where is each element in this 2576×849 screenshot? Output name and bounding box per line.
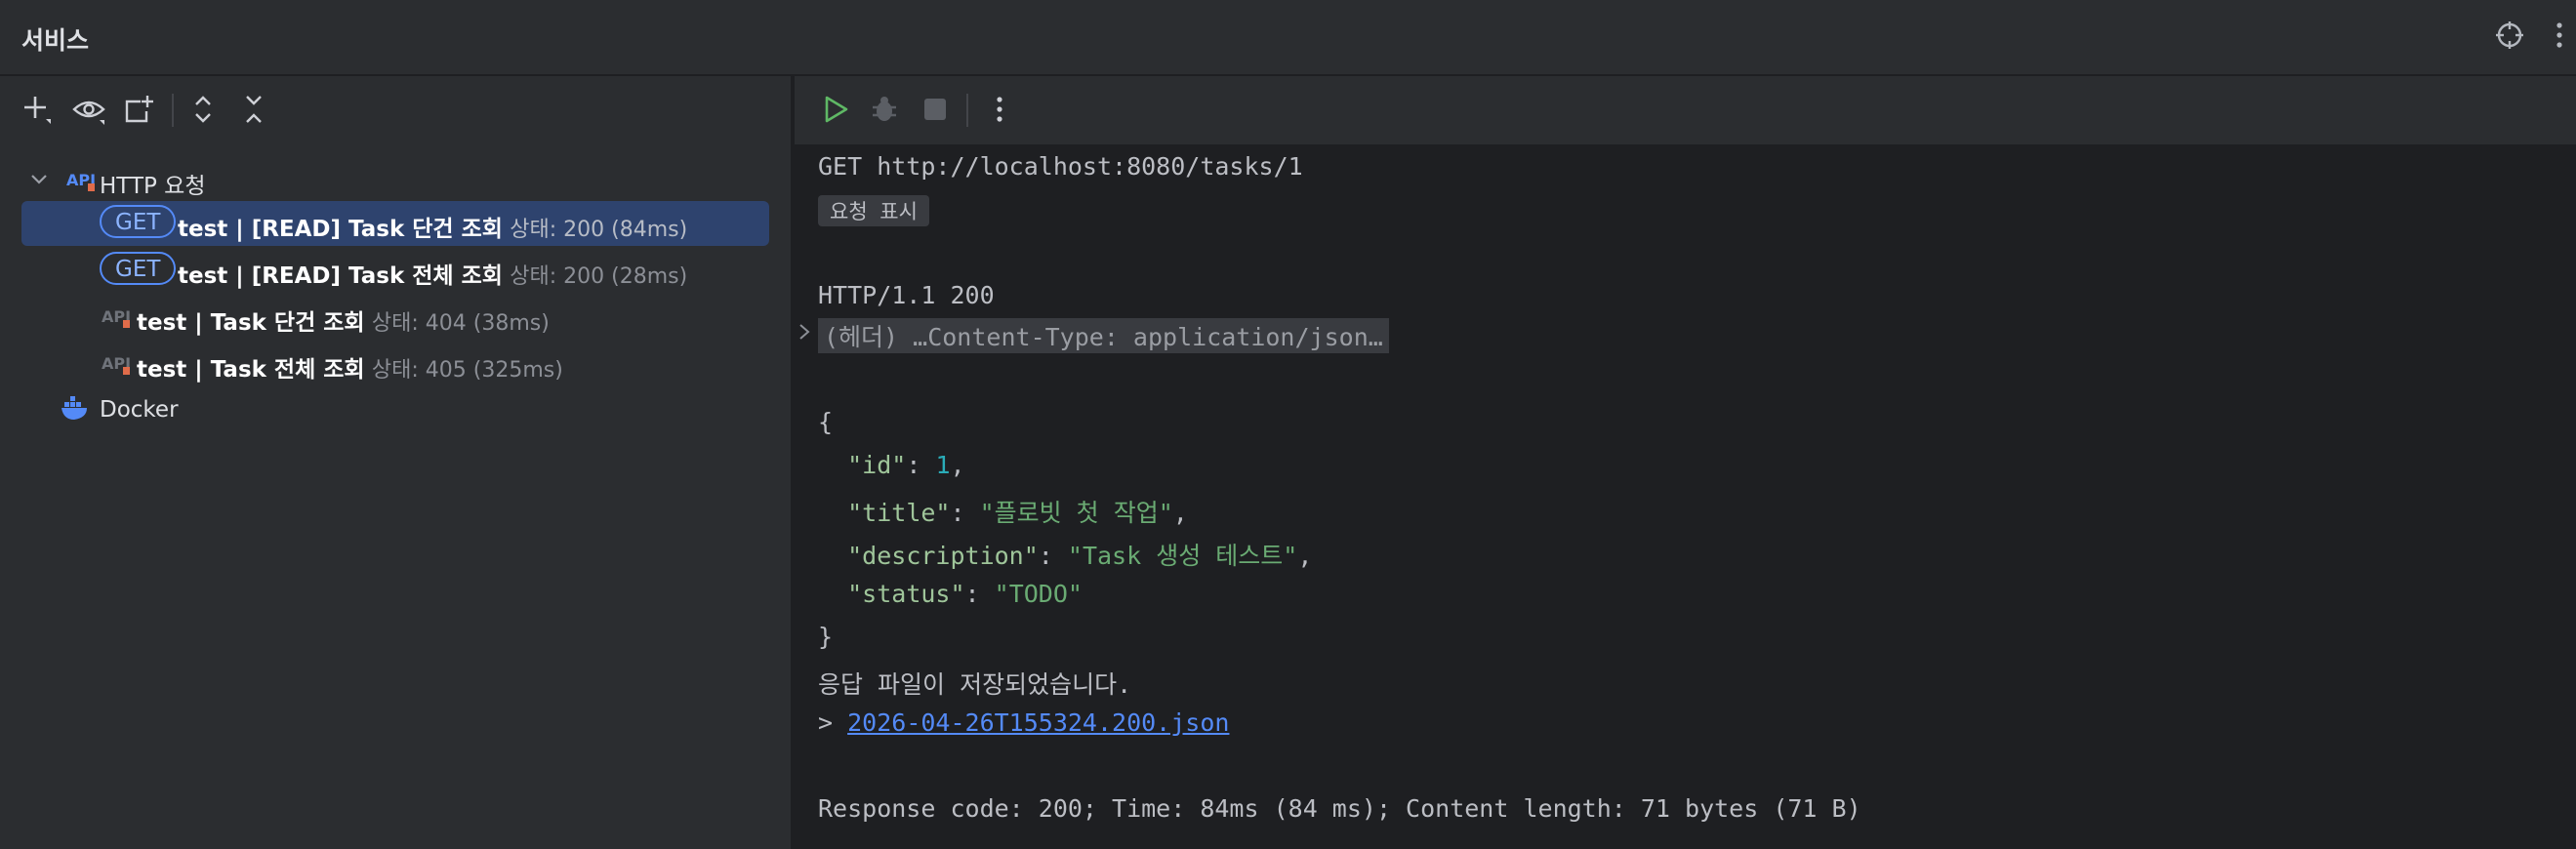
- json-line-id: "id": 1,: [847, 451, 965, 479]
- tree-docker-node[interactable]: Docker: [21, 388, 769, 433]
- eye-icon[interactable]: [68, 90, 107, 129]
- chevron-down-icon[interactable]: [27, 168, 51, 191]
- tree-group-label: HTTP 요청: [100, 174, 206, 199]
- saved-file-line: > 2026-04-26T155324.200.json: [818, 708, 1230, 737]
- services-toolbar: [0, 76, 791, 144]
- request-status: 상태: 200 (84ms): [510, 218, 688, 242]
- tree-request-row[interactable]: API test | Task 단건 조회 상태: 404 (38ms): [21, 295, 769, 340]
- toolbar-divider: [172, 94, 174, 127]
- more-vertical-icon[interactable]: [2548, 20, 2571, 60]
- panel-title: 서비스: [21, 26, 90, 55]
- expand-all-icon[interactable]: [184, 90, 223, 129]
- headers-fold[interactable]: (헤더) …Content-Type: application/json…: [818, 318, 1389, 353]
- api-icon: API: [66, 166, 96, 193]
- tree-request-row[interactable]: GET test | [READ] Task 전체 조회 상태: 200 (28…: [21, 248, 769, 293]
- show-request-button[interactable]: 요청 표시: [818, 195, 929, 226]
- debug-icon[interactable]: [865, 90, 904, 129]
- method-badge: GET: [100, 205, 177, 238]
- method-badge: GET: [100, 252, 177, 285]
- tree-request-row[interactable]: GET test | [READ] Task 단건 조회 상태: 200 (84…: [21, 201, 769, 246]
- request-name: test | Task 전체 조회: [137, 357, 365, 383]
- request-status: 상태: 200 (28ms): [510, 264, 688, 289]
- stop-icon[interactable]: [916, 90, 955, 129]
- console-toolbar: [795, 76, 2576, 144]
- response-summary: Response code: 200; Time: 84ms (84 ms); …: [818, 794, 1861, 823]
- request-status: 상태: 404 (38ms): [371, 311, 550, 336]
- request-name: test | Task 단건 조회: [137, 310, 365, 336]
- json-brace-open: {: [818, 408, 834, 436]
- crosshair-icon[interactable]: [2492, 20, 2527, 60]
- add-icon[interactable]: [18, 90, 57, 129]
- collapse-all-icon[interactable]: [234, 90, 273, 129]
- more-vertical-icon[interactable]: [980, 90, 1019, 129]
- request-status: 상태: 405 (325ms): [371, 358, 563, 383]
- request-name: test | [READ] Task 전체 조회: [178, 263, 503, 289]
- json-line-title: "title": "플로빗 첫 작업",: [847, 499, 1188, 527]
- docker-label: Docker: [100, 397, 179, 423]
- new-tab-icon[interactable]: [119, 90, 158, 129]
- request-line: GET http://localhost:8080/tasks/1: [818, 152, 1303, 181]
- api-icon: API: [102, 349, 131, 377]
- saved-message: 응답 파일이 저장되었습니다.: [818, 670, 1132, 699]
- status-line: HTTP/1.1 200: [818, 281, 995, 309]
- chevron-right-icon[interactable]: [797, 320, 812, 348]
- saved-file-link[interactable]: 2026-04-26T155324.200.json: [847, 708, 1229, 737]
- tree-request-row[interactable]: API test | Task 전체 조회 상태: 405 (325ms): [21, 342, 769, 386]
- run-icon[interactable]: [816, 90, 855, 129]
- services-tree-panel: API HTTP 요청 GET test | [READ] Task 단건 조회…: [0, 76, 793, 849]
- api-icon: API: [102, 303, 131, 330]
- json-brace-close: }: [818, 623, 834, 651]
- response-console-panel: GET http://localhost:8080/tasks/1 요청 표시 …: [795, 76, 2576, 849]
- services-titlebar: 서비스: [0, 0, 2576, 76]
- tree-group-http-requests[interactable]: API HTTP 요청: [21, 158, 769, 203]
- json-line-description: "description": "Task 생성 테스트",: [847, 542, 1313, 570]
- toolbar-divider: [966, 94, 968, 127]
- docker-icon: [61, 396, 90, 424]
- json-line-status: "status": "TODO": [847, 580, 1083, 608]
- request-name: test | [READ] Task 단건 조회: [178, 217, 503, 242]
